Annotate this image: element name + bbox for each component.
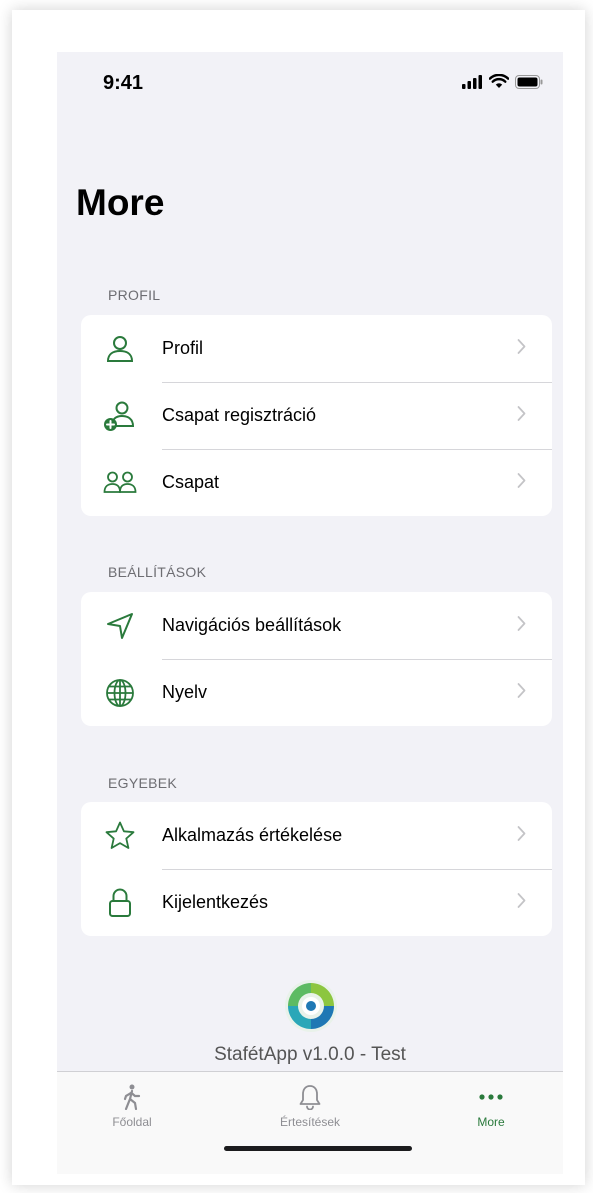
section-header-profil: PROFIL — [108, 287, 161, 303]
chevron-right-icon — [517, 892, 526, 913]
chevron-right-icon — [517, 682, 526, 703]
page-title: More — [76, 182, 165, 223]
chevron-right-icon — [517, 615, 526, 636]
person-icon — [103, 332, 137, 366]
tab-more[interactable]: More — [421, 1072, 561, 1142]
menu-item-label: Navigációs beállítások — [162, 615, 342, 635]
tab-label: Értesítések — [279, 1115, 341, 1129]
lock-icon — [103, 886, 137, 920]
menu-item-csapat-regisztracio[interactable]: Csapat regisztráció — [81, 382, 552, 449]
walking-person-icon — [121, 1084, 143, 1110]
cellular-signal-icon — [462, 74, 482, 89]
star-icon — [103, 819, 137, 853]
group-egyebek: Alkalmazás értékelése Kijelentkezés — [81, 802, 552, 936]
section-header-egyebek: EGYEBEK — [108, 775, 178, 791]
menu-item-label: Nyelv — [162, 682, 208, 702]
app-version-text: StafétApp v1.0.0 - Test — [214, 1044, 406, 1065]
menu-item-profil[interactable]: Profil — [81, 315, 552, 382]
menu-item-label: Profil — [162, 338, 204, 358]
menu-item-alkalmazas-ertekelese[interactable]: Alkalmazás értékelése — [81, 802, 552, 869]
chevron-right-icon — [517, 825, 526, 846]
group-profil: Profil Csapat regisztráció Csapat — [81, 315, 552, 516]
wifi-icon — [489, 74, 509, 88]
tab-fooldal[interactable]: Főoldal — [62, 1072, 202, 1142]
home-indicator[interactable] — [224, 1146, 412, 1151]
chevron-right-icon — [517, 338, 526, 359]
menu-item-kijelentkezes[interactable]: Kijelentkezés — [81, 869, 552, 936]
app-logo — [285, 980, 337, 1032]
battery-icon — [515, 74, 543, 89]
bell-icon — [298, 1084, 322, 1110]
menu-item-nyelv[interactable]: Nyelv — [81, 659, 552, 726]
more-dots-icon — [478, 1084, 504, 1110]
section-header-beallitasok: BEÁLLÍTÁSOK — [108, 564, 207, 580]
tab-ertesitesek[interactable]: Értesítések — [240, 1072, 380, 1142]
menu-item-label: Alkalmazás értékelése — [162, 825, 343, 845]
chevron-right-icon — [517, 472, 526, 493]
menu-item-label: Csapat regisztráció — [162, 405, 317, 425]
menu-item-label: Csapat — [162, 472, 220, 492]
status-time: 9:41 — [103, 72, 144, 94]
menu-item-csapat[interactable]: Csapat — [81, 449, 552, 516]
chevron-right-icon — [517, 405, 526, 426]
globe-icon — [103, 676, 137, 710]
menu-item-label: Kijelentkezés — [162, 892, 269, 912]
tab-label: More — [477, 1115, 505, 1129]
app-screen: 9:41 More PROFIL Profil Csapat regisztrá… — [57, 52, 563, 1174]
tab-label: Főoldal — [112, 1115, 152, 1129]
people-icon — [103, 466, 137, 500]
tab-bar: Főoldal Értesítések More — [57, 1071, 563, 1174]
status-icons — [461, 74, 543, 89]
device-frame: 9:41 More PROFIL Profil Csapat regisztrá… — [12, 10, 585, 1185]
status-bar: 9:41 — [57, 52, 563, 112]
group-beallitasok: Navigációs beállítások Nyelv — [81, 592, 552, 726]
navigation-arrow-icon — [103, 609, 137, 643]
menu-item-navigacios-beallitasok[interactable]: Navigációs beállítások — [81, 592, 552, 659]
person-add-icon — [103, 399, 137, 433]
